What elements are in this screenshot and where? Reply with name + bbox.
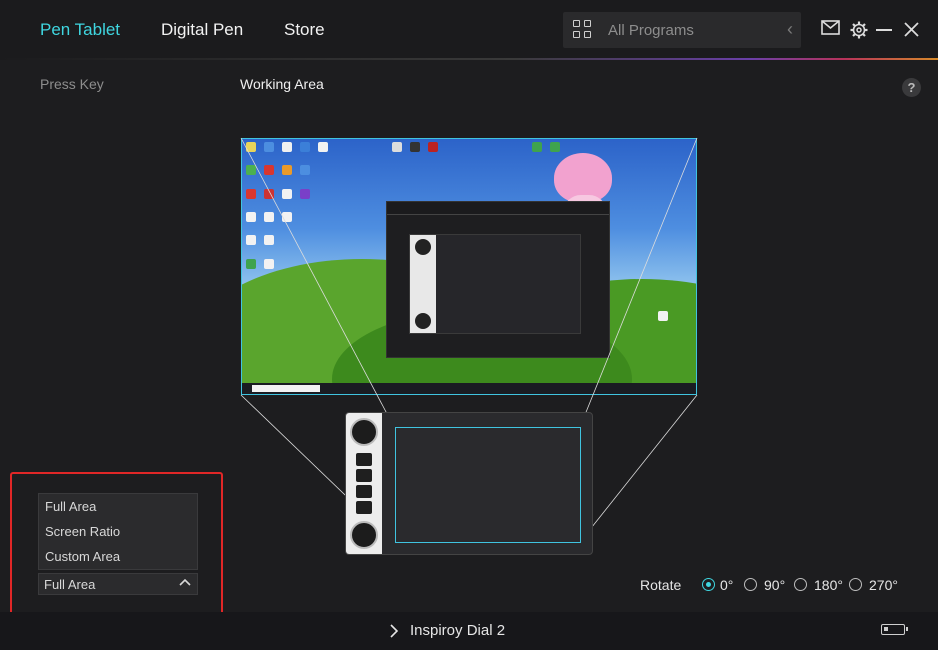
rotate-label-180: 180° [814, 577, 843, 593]
chevron-right-icon[interactable] [390, 624, 398, 638]
rotate-radio-270[interactable] [849, 578, 862, 591]
area-select[interactable]: Full Area [38, 573, 198, 595]
device-name[interactable]: Inspiroy Dial 2 [410, 622, 505, 639]
area-select-value: Full Area [44, 577, 96, 592]
area-option-custom[interactable]: Custom Area [39, 544, 197, 569]
rotate-label: Rotate [640, 577, 682, 593]
rotate-label-270: 270° [869, 577, 898, 593]
dial-icon [350, 418, 378, 446]
rotate-label-90: 90° [764, 577, 786, 593]
rotate-radio-180[interactable] [794, 578, 807, 591]
area-dropdown-menu: Full Area Screen Ratio Custom Area [38, 493, 198, 570]
tablet-key-panel [346, 413, 382, 554]
tablet-active-area [395, 427, 581, 543]
chevron-up-icon[interactable] [179, 576, 191, 588]
rotate-radio-0[interactable] [702, 578, 715, 591]
dial-icon [350, 521, 378, 549]
rotate-radio-90[interactable] [744, 578, 757, 591]
battery-icon [881, 624, 908, 635]
area-option-screen-ratio[interactable]: Screen Ratio [39, 519, 197, 544]
area-option-full[interactable]: Full Area [39, 494, 197, 519]
tablet-preview [345, 412, 593, 555]
rotate-label-0: 0° [720, 577, 734, 593]
